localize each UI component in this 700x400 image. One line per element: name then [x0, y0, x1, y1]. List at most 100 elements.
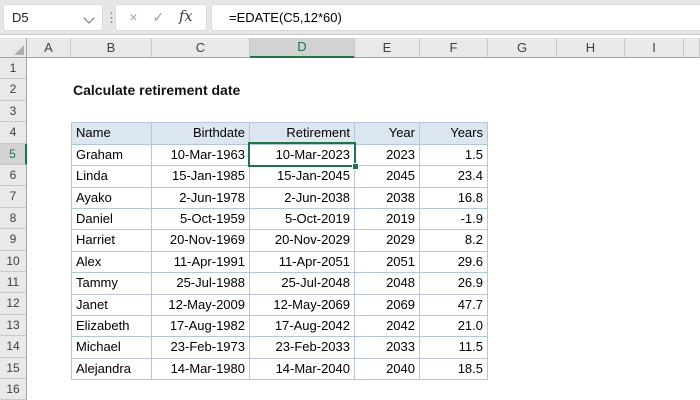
- cell-E13[interactable]: 2042: [355, 315, 420, 338]
- formula-bar-buttons: × ✓ fx: [115, 4, 207, 31]
- cell-D9[interactable]: 20-Nov-2029: [250, 230, 355, 252]
- cell-E14[interactable]: 2033: [355, 337, 420, 359]
- row-header-5[interactable]: 5: [0, 143, 27, 165]
- cell-B8[interactable]: Daniel: [72, 208, 152, 231]
- row-header-13[interactable]: 13: [0, 314, 27, 337]
- active-cell-reference: D5: [12, 10, 29, 25]
- cell-B15[interactable]: Alejandra: [72, 358, 152, 381]
- cell-D8[interactable]: 5-Oct-2019: [250, 208, 355, 231]
- table-row: Daniel 5-Oct-1959 5-Oct-2019 2019 -1.9: [72, 208, 488, 231]
- row-header-7[interactable]: 7: [0, 186, 27, 208]
- column-header-partial[interactable]: [684, 38, 700, 58]
- cell-D10[interactable]: 11-Apr-2051: [250, 251, 355, 274]
- cell-F7[interactable]: 16.8: [420, 187, 488, 209]
- cell-F5[interactable]: 1.5: [420, 144, 488, 167]
- cell-B7[interactable]: Ayako: [72, 187, 152, 209]
- cell-B14[interactable]: Michael: [72, 337, 152, 359]
- cell-B4[interactable]: Name: [72, 123, 152, 145]
- cell-C10[interactable]: 11-Apr-1991: [152, 251, 250, 274]
- cell-F4[interactable]: Years: [420, 123, 488, 145]
- table-row: Tammy 25-Jul-1988 25-Jul-2048 2048 26.9: [72, 273, 488, 295]
- cell-B13[interactable]: Elizabeth: [72, 315, 152, 338]
- row-header-8[interactable]: 8: [0, 207, 27, 230]
- column-header-F[interactable]: F: [420, 38, 488, 58]
- cell-E7[interactable]: 2038: [355, 187, 420, 209]
- cell-E9[interactable]: 2029: [355, 230, 420, 252]
- cell-F9[interactable]: 8.2: [420, 230, 488, 252]
- cell-D6[interactable]: 15-Jan-2045: [250, 166, 355, 188]
- cell-F12[interactable]: 47.7: [420, 294, 488, 316]
- row-header-9[interactable]: 9: [0, 229, 27, 251]
- column-header-G[interactable]: G: [488, 38, 557, 58]
- cell-E4[interactable]: Year: [355, 123, 420, 145]
- cell-C7[interactable]: 2-Jun-1978: [152, 187, 250, 209]
- row-header-11[interactable]: 11: [0, 272, 27, 294]
- cell-E5[interactable]: 2023: [355, 144, 420, 167]
- table-row: Ayako 2-Jun-1978 2-Jun-2038 2038 16.8: [72, 187, 488, 209]
- cell-D15[interactable]: 14-Mar-2040: [250, 358, 355, 381]
- cell-E6[interactable]: 2045: [355, 166, 420, 188]
- cell-F6[interactable]: 23.4: [420, 166, 488, 188]
- cell-E10[interactable]: 2051: [355, 251, 420, 274]
- chevron-down-icon[interactable]: [83, 12, 95, 24]
- cell-C13[interactable]: 17-Aug-1982: [152, 315, 250, 338]
- cell-F8[interactable]: -1.9: [420, 208, 488, 231]
- row-header-3[interactable]: 3: [0, 100, 27, 123]
- row-header-6[interactable]: 6: [0, 165, 27, 187]
- formula-input[interactable]: =EDATE(C5,12*60): [211, 4, 700, 31]
- column-header-B[interactable]: B: [71, 38, 152, 58]
- cell-B2[interactable]: Calculate retirement date: [73, 80, 240, 101]
- cell-F15[interactable]: 18.5: [420, 358, 488, 381]
- row-header-12[interactable]: 12: [0, 293, 27, 315]
- cell-E15[interactable]: 2040: [355, 358, 420, 381]
- row-header-14[interactable]: 14: [0, 336, 27, 358]
- cell-E11[interactable]: 2048: [355, 273, 420, 295]
- cell-D12[interactable]: 12-May-2069: [250, 294, 355, 316]
- insert-function-icon[interactable]: fx: [179, 5, 193, 30]
- cell-B5[interactable]: Graham: [72, 144, 152, 167]
- row-header-4[interactable]: 4: [0, 122, 27, 144]
- cell-C12[interactable]: 12-May-2009: [152, 294, 250, 316]
- column-header-E[interactable]: E: [355, 38, 420, 58]
- select-all-button[interactable]: [0, 38, 27, 58]
- cell-C15[interactable]: 14-Mar-1980: [152, 358, 250, 381]
- cell-F11[interactable]: 26.9: [420, 273, 488, 295]
- cell-E12[interactable]: 2069: [355, 294, 420, 316]
- cell-D11[interactable]: 25-Jul-2048: [250, 273, 355, 295]
- cell-B9[interactable]: Harriet: [72, 230, 152, 252]
- cancel-icon[interactable]: ×: [129, 5, 137, 30]
- column-header-H[interactable]: H: [557, 38, 625, 58]
- cell-D13[interactable]: 17-Aug-2042: [250, 315, 355, 338]
- cell-B10[interactable]: Alex: [72, 251, 152, 274]
- row-header-10[interactable]: 10: [0, 250, 27, 272]
- row-header-15[interactable]: 15: [0, 357, 27, 379]
- column-header-C[interactable]: C: [152, 38, 250, 58]
- excel-worksheet: D5 ⋮ × ✓ fx =EDATE(C5,12*60) Calculate r…: [0, 0, 700, 400]
- name-box[interactable]: D5: [3, 4, 103, 31]
- column-header-D[interactable]: D: [250, 38, 355, 58]
- fill-handle[interactable]: [352, 163, 359, 170]
- cell-C11[interactable]: 25-Jul-1988: [152, 273, 250, 295]
- cell-D14[interactable]: 23-Feb-2033: [250, 337, 355, 359]
- row-header-1[interactable]: 1: [0, 58, 27, 80]
- cell-B12[interactable]: Janet: [72, 294, 152, 316]
- cell-F10[interactable]: 29.6: [420, 251, 488, 274]
- cell-C9[interactable]: 20-Nov-1969: [152, 230, 250, 252]
- cell-D7[interactable]: 2-Jun-2038: [250, 187, 355, 209]
- cell-B6[interactable]: Linda: [72, 166, 152, 188]
- cell-C8[interactable]: 5-Oct-1959: [152, 208, 250, 231]
- cell-B11[interactable]: Tammy: [72, 273, 152, 295]
- cell-E8[interactable]: 2019: [355, 208, 420, 231]
- cell-F13[interactable]: 21.0: [420, 315, 488, 338]
- cell-F14[interactable]: 11.5: [420, 337, 488, 359]
- table-row: Elizabeth 17-Aug-1982 17-Aug-2042 2042 21.0: [72, 315, 488, 338]
- enter-icon[interactable]: ✓: [152, 5, 164, 30]
- row-header-16[interactable]: 16: [0, 379, 27, 400]
- cell-C6[interactable]: 15-Jan-1985: [152, 166, 250, 188]
- cell-C4[interactable]: Birthdate: [152, 123, 250, 145]
- cell-C14[interactable]: 23-Feb-1973: [152, 337, 250, 359]
- row-header-2[interactable]: 2: [0, 79, 27, 101]
- column-header-I[interactable]: I: [625, 38, 684, 58]
- column-header-A[interactable]: A: [27, 38, 71, 58]
- cell-C5[interactable]: 10-Mar-1963: [152, 144, 250, 167]
